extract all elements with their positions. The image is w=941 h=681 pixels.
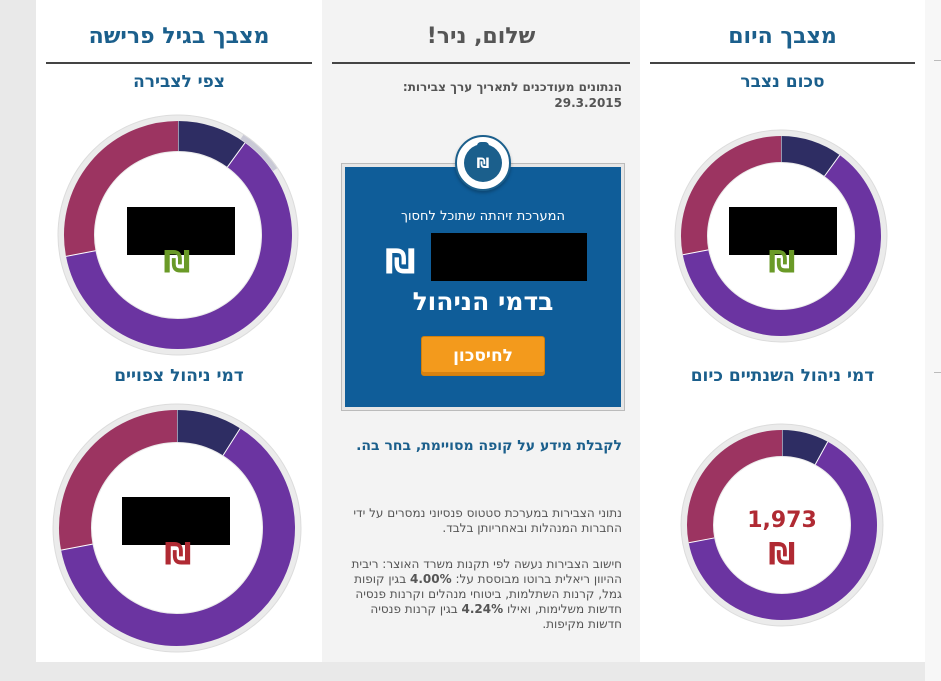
donut-segment-navy[interactable] <box>176 410 241 456</box>
annual-fees-value: 1,973 <box>747 508 817 533</box>
shekel-icon: ₪ <box>768 245 796 280</box>
shekel-icon: ₪ <box>768 537 796 572</box>
select-fund-info-link[interactable]: לקבלת מידע על קופה מסויימת, בחר בה. <box>340 437 622 456</box>
save-button[interactable]: לחיסכון <box>421 336 545 376</box>
current-status-title: מצבך היום <box>650 22 915 64</box>
annual-fees-title: דמי ניהול השנתיים כיום <box>690 366 875 386</box>
shekel-icon: ₪ <box>163 245 191 280</box>
greeting-panel: שלום, ניר! הנתונים מעודכנים לתאריך ערך צ… <box>322 0 640 662</box>
rate-pension: 4.24% <box>461 602 504 616</box>
calculation-note: חישוב הצבירות נעשה לפי תקנות משרד האוצר:… <box>340 557 622 632</box>
current-status-panel: מצבך היום סכום נצבר ₪ דמי ניהול השנתיים … <box>640 0 925 662</box>
expected-fees-title: דמי ניהול צפויים <box>114 366 244 386</box>
retirement-status-panel: מצבך בגיל פרישה צפי לצבירה ₪ דמי ניהול צ… <box>36 0 322 662</box>
retirement-status-title: מצבך בגיל פרישה <box>46 22 312 64</box>
money-bag-icon: ₪ <box>455 135 511 191</box>
rate-general: 4.00% <box>410 572 452 586</box>
redacted-value <box>431 233 587 281</box>
money-bag-knot <box>477 142 489 148</box>
expected-accumulation-title: צפי לצבירה <box>133 72 225 92</box>
data-source-note: נתוני הצבירות במערכת סטטוס פנסיוני נמסרי… <box>353 506 622 535</box>
money-bag-shekel: ₪ <box>464 144 502 182</box>
donut-segment-navy[interactable] <box>781 430 828 465</box>
data-updated-date: 29.3.2015 <box>554 96 622 110</box>
shekel-icon: ₪ <box>164 537 192 572</box>
greeting-title: שלום, ניר! <box>332 22 630 64</box>
accumulated-amount-title: סכום נצבר <box>740 72 825 92</box>
data-updated-label: הנתונים מעודכנים לתאריך ערך צבירות: <box>402 80 622 94</box>
edge-divider <box>934 372 941 373</box>
savings-intro-text: המערכת זיהתה שתוכל לחסוך <box>401 209 565 224</box>
shekel-icon: ₪ <box>385 242 416 282</box>
savings-fees-text: בדמי הניהול <box>412 287 554 316</box>
savings-box: המערכת זיהתה שתוכל לחסוך ₪ בדמי הניהול ל… <box>342 164 624 410</box>
edge-strip <box>925 0 941 681</box>
edge-divider <box>934 60 941 61</box>
